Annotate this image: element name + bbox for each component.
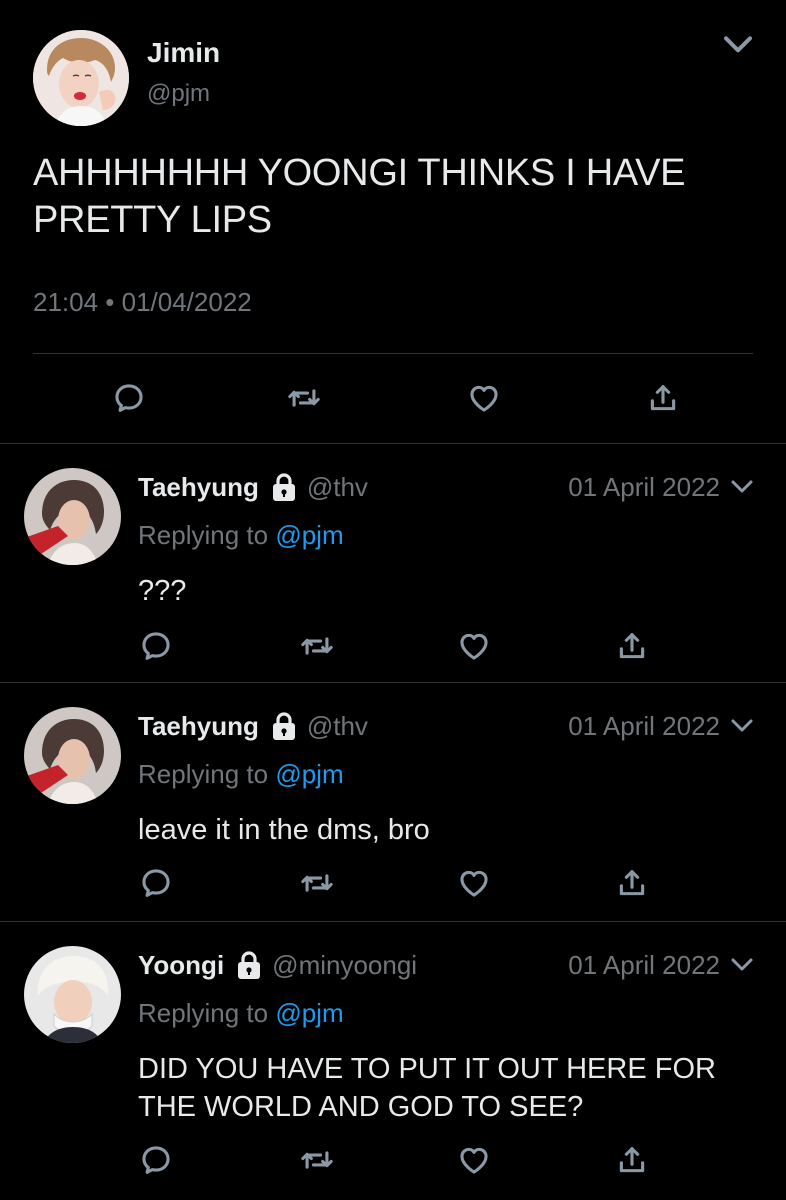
reply-icon[interactable] bbox=[136, 1140, 176, 1180]
like-icon[interactable] bbox=[464, 378, 504, 418]
tweet-timestamp[interactable]: 21:04 • 01/04/2022 bbox=[33, 287, 252, 318]
author-row: Taehyung @thv bbox=[138, 471, 368, 503]
tweet-actions bbox=[0, 378, 786, 422]
lock-icon bbox=[236, 950, 262, 980]
chevron-down-icon[interactable] bbox=[730, 478, 754, 496]
avatar[interactable] bbox=[24, 946, 121, 1043]
tweet-date[interactable]: 01 April 2022 bbox=[568, 472, 720, 503]
main-tweet[interactable]: Jimin @pjm AHHHHHHH YOONGI THINKS I HAVE… bbox=[0, 0, 786, 443]
retweet-icon[interactable] bbox=[284, 378, 324, 418]
author-handle[interactable]: @pjm bbox=[147, 80, 210, 108]
tweet-text: DID YOU HAVE TO PUT IT OUT HERE FOR THE … bbox=[138, 1053, 716, 1123]
tweet-date[interactable]: 01 April 2022 bbox=[568, 711, 720, 742]
replying-to-label: Replying to bbox=[138, 998, 269, 1028]
share-icon[interactable] bbox=[612, 626, 652, 666]
chevron-down-icon[interactable] bbox=[722, 33, 754, 57]
tweet-text: ??? bbox=[138, 575, 187, 607]
divider bbox=[33, 353, 753, 354]
avatar[interactable] bbox=[33, 30, 129, 126]
avatar[interactable] bbox=[24, 468, 121, 565]
reply-tweet[interactable]: Taehyung @thv 01 April 2022 Replying to … bbox=[0, 683, 786, 921]
author-name[interactable]: Taehyung bbox=[138, 711, 259, 742]
mention-link[interactable]: @pjm bbox=[275, 759, 343, 789]
author-name[interactable]: Jimin bbox=[147, 37, 220, 69]
reply-tweet[interactable]: Taehyung @thv 01 April 2022 Replying to … bbox=[0, 444, 786, 682]
chevron-down-icon[interactable] bbox=[730, 956, 754, 974]
lock-icon bbox=[271, 711, 297, 741]
tweet-text: leave it in the dms, bro bbox=[138, 814, 430, 846]
retweet-icon[interactable] bbox=[297, 1140, 337, 1180]
like-icon[interactable] bbox=[454, 626, 494, 666]
replying-to-label: Replying to bbox=[138, 520, 269, 550]
reply-icon[interactable] bbox=[136, 626, 176, 666]
author-handle[interactable]: @minyoongi bbox=[272, 950, 417, 981]
reply-icon[interactable] bbox=[136, 863, 176, 903]
author-name[interactable]: Yoongi bbox=[138, 950, 224, 981]
replying-to: Replying to @pjm bbox=[138, 759, 344, 790]
mention-link[interactable]: @pjm bbox=[275, 520, 343, 550]
replying-to: Replying to @pjm bbox=[138, 998, 344, 1029]
like-icon[interactable] bbox=[454, 1140, 494, 1180]
replying-to-label: Replying to bbox=[138, 759, 269, 789]
tweet-date[interactable]: 01 April 2022 bbox=[568, 950, 720, 981]
reply-icon[interactable] bbox=[109, 378, 149, 418]
reply-tweet[interactable]: Yoongi @minyoongi 01 April 2022 Replying… bbox=[0, 922, 786, 1200]
tweet-actions bbox=[0, 863, 786, 903]
tweet-text: AHHHHHHH YOONGI THINKS I HAVE PRETTY LIP… bbox=[33, 152, 686, 241]
author-row: Taehyung @thv bbox=[138, 710, 368, 742]
tweet-actions bbox=[0, 626, 786, 666]
share-icon[interactable] bbox=[612, 1140, 652, 1180]
lock-icon bbox=[271, 472, 297, 502]
retweet-icon[interactable] bbox=[297, 863, 337, 903]
replying-to: Replying to @pjm bbox=[138, 520, 344, 551]
author-handle[interactable]: @thv bbox=[307, 711, 368, 742]
chevron-down-icon[interactable] bbox=[730, 717, 754, 735]
avatar[interactable] bbox=[24, 707, 121, 804]
author-row: Yoongi @minyoongi bbox=[138, 949, 417, 981]
share-icon[interactable] bbox=[612, 863, 652, 903]
tweet-actions bbox=[0, 1140, 786, 1180]
mention-link[interactable]: @pjm bbox=[275, 998, 343, 1028]
author-handle[interactable]: @thv bbox=[307, 472, 368, 503]
like-icon[interactable] bbox=[454, 863, 494, 903]
retweet-icon[interactable] bbox=[297, 626, 337, 666]
author-name[interactable]: Taehyung bbox=[138, 472, 259, 503]
share-icon[interactable] bbox=[643, 378, 683, 418]
